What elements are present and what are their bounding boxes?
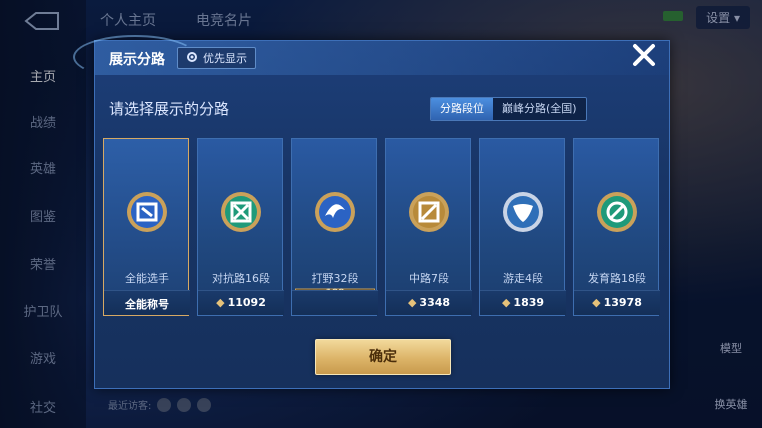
lane-value: 13978 — [603, 296, 642, 309]
lane-value: 3348 — [419, 296, 451, 309]
lane-card-jungle[interactable]: 100 打野32段 — [291, 138, 378, 316]
card-footer: ◆ 13978 — [574, 290, 660, 315]
priority-display-label: 优先显示 — [203, 52, 247, 65]
dialog-title: 展示分路 — [109, 52, 165, 68]
lane-card-farm[interactable]: 发育路18段 ◆ 13978 — [573, 138, 660, 316]
lane-mode-toggle: 分路段位 巅峰分路(全国) — [430, 97, 587, 121]
confirm-button[interactable]: 确定 — [315, 339, 451, 375]
lane-card-all-round[interactable]: 全能选手 全能称号 — [103, 138, 190, 316]
lane-name: 游走4段 — [503, 272, 543, 285]
card-footer: ◆ 11092 — [198, 290, 284, 315]
points-icon: ◆ — [501, 296, 511, 309]
lane-name: 全能选手 — [125, 272, 169, 285]
toggle-peak-lane[interactable]: 巅峰分路(全国) — [493, 98, 586, 120]
lane-value: 11092 — [227, 296, 266, 309]
lane-name: 中路7段 — [409, 272, 449, 285]
points-icon: ◆ — [592, 296, 601, 309]
gear-icon — [186, 51, 198, 66]
dialog-subtitle: 请选择展示的分路 — [109, 100, 230, 118]
card-footer: 全能称号 — [104, 290, 190, 315]
lane-name: 打野32段 — [311, 272, 359, 285]
lane-name: 发育路18段 — [588, 272, 646, 285]
roam-badge-icon — [503, 192, 543, 232]
lane-name: 对抗路16段 — [212, 272, 270, 285]
card-footer: ◆ 1839 — [480, 290, 566, 315]
all-round-badge-icon — [127, 192, 167, 232]
card-footer: ◆ 3348 — [386, 290, 472, 315]
lane-display-dialog: 展示分路 优先显示 请选择展示的分路 分路段位 巅峰分路(全国) 全能选手 全能… — [73, 35, 670, 389]
close-button[interactable] — [629, 43, 659, 73]
lane-card-clash[interactable]: 对抗路16段 ◆ 11092 — [197, 138, 284, 316]
farm-lane-badge-icon — [597, 192, 637, 232]
lane-value: 全能称号 — [125, 298, 169, 311]
priority-display-button[interactable]: 优先显示 — [177, 47, 256, 69]
lane-cards: 全能选手 全能称号 对抗路16段 ◆ 11092 打野32段 中路7段 ◆ 33… — [103, 138, 661, 316]
points-icon: ◆ — [216, 296, 225, 309]
card-footer — [292, 290, 378, 315]
lane-card-mid[interactable]: 中路7段 ◆ 3348 — [385, 138, 472, 316]
points-icon: ◆ — [407, 296, 417, 309]
mid-lane-badge-icon — [409, 192, 449, 232]
toggle-lane-rank[interactable]: 分路段位 — [431, 98, 493, 120]
close-icon — [633, 44, 655, 66]
lane-card-roam[interactable]: 游走4段 ◆ 1839 — [479, 138, 566, 316]
lane-value: 1839 — [513, 296, 545, 309]
jungle-badge-icon — [315, 192, 355, 232]
clash-lane-badge-icon — [221, 192, 261, 232]
